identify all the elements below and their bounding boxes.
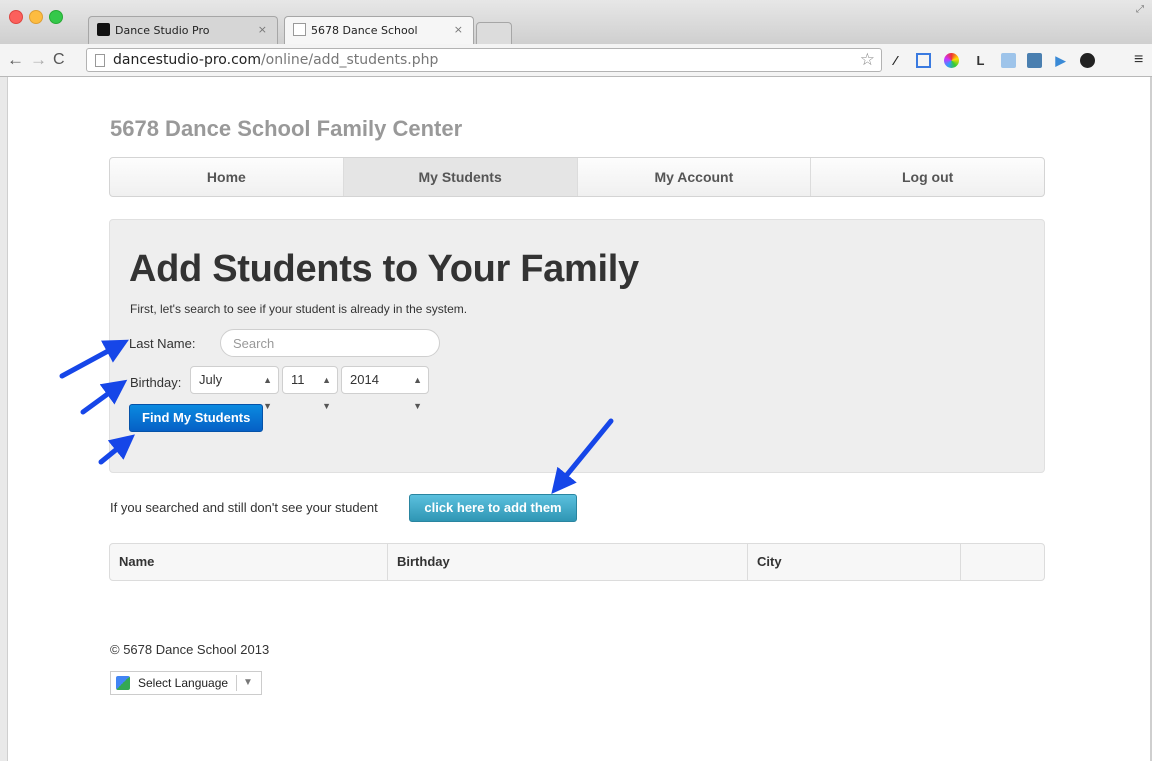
birth-month-select[interactable]: July ▲ ▼ xyxy=(190,366,279,411)
browser-tab-5678-dance-school[interactable]: 5678 Dance School × xyxy=(284,16,474,44)
language-label: Select Language xyxy=(138,676,229,690)
birthday-label: Birthday: xyxy=(130,375,182,390)
circle-extension-icon[interactable] xyxy=(1080,53,1095,68)
dance-studio-favicon-icon xyxy=(97,23,110,36)
nav-log-out[interactable]: Log out xyxy=(810,158,1044,196)
browser-tab-bar: Dance Studio Pro × 5678 Dance School × ⤢ xyxy=(0,0,1152,44)
window-left-edge xyxy=(0,77,8,761)
play-extension-icon[interactable]: ▶ xyxy=(1053,53,1068,68)
browser-toolbar: ← → C dancestudio-pro.com/online/add_stu… xyxy=(0,44,1152,77)
main-nav: Home My Students My Account Log out xyxy=(109,157,1045,197)
page-heading: Add Students to Your Family xyxy=(129,248,639,290)
nav-my-account[interactable]: My Account xyxy=(576,158,811,196)
select-arrows-icon: ▲ ▼ xyxy=(413,375,422,411)
birth-day-select[interactable]: 11 ▲ ▼ xyxy=(282,366,338,411)
column-header-birthday: Birthday xyxy=(387,544,747,580)
url-text: dancestudio-pro.com/online/add_students.… xyxy=(113,52,439,68)
students-table-header: Name Birthday City xyxy=(109,543,1045,581)
window-close-button[interactable] xyxy=(9,10,23,24)
column-header-name: Name xyxy=(119,554,155,569)
intro-text: First, let's search to see if your stude… xyxy=(130,302,468,316)
column-header-city: City xyxy=(747,544,960,580)
dropdown-arrow-icon: ▼ xyxy=(243,677,253,688)
tab-close-icon[interactable]: × xyxy=(454,23,463,36)
bookmark-star-icon[interactable]: ☆ xyxy=(860,50,875,70)
page-favicon-icon xyxy=(293,23,306,36)
eyedropper-extension-icon[interactable]: ⁄ xyxy=(888,53,903,68)
window-extension-icon[interactable] xyxy=(1001,53,1016,68)
last-name-search-input[interactable] xyxy=(220,329,440,357)
fullscreen-icon[interactable]: ⤢ xyxy=(1136,4,1144,15)
search-panel: Add Students to Your Family First, let's… xyxy=(109,219,1045,473)
browser-menu-icon[interactable]: ≡ xyxy=(1134,51,1143,69)
image-extension-icon[interactable] xyxy=(1027,53,1042,68)
window-minimize-button[interactable] xyxy=(29,10,43,24)
google-translate-icon xyxy=(116,676,130,690)
window-zoom-button[interactable] xyxy=(49,10,63,24)
nav-my-students[interactable]: My Students xyxy=(342,158,577,196)
find-my-students-button[interactable]: Find My Students xyxy=(129,404,264,432)
l-extension-icon[interactable]: L xyxy=(973,53,988,68)
reload-icon[interactable]: C xyxy=(53,51,65,69)
add-student-button[interactable]: click here to add them xyxy=(409,494,577,522)
browser-tab-dance-studio-pro[interactable]: Dance Studio Pro × xyxy=(88,16,278,44)
page-icon xyxy=(95,54,105,67)
birth-year-select[interactable]: 2014 ▲ ▼ xyxy=(341,366,429,411)
back-icon[interactable]: ← xyxy=(7,50,24,70)
tab-title: 5678 Dance School xyxy=(311,24,418,37)
footer-copyright: © 5678 Dance School 2013 xyxy=(110,642,270,657)
forward-icon[interactable]: → xyxy=(30,50,47,70)
address-bar[interactable]: dancestudio-pro.com/online/add_students.… xyxy=(86,48,882,72)
nav-home[interactable]: Home xyxy=(110,158,343,196)
add-student-prompt: If you searched and still don't see your… xyxy=(110,500,378,515)
site-title[interactable]: 5678 Dance School Family Center xyxy=(110,116,462,142)
color-picker-extension-icon[interactable] xyxy=(944,53,959,68)
select-arrows-icon: ▲ ▼ xyxy=(263,375,272,411)
screenshot-extension-icon[interactable] xyxy=(916,53,931,68)
last-name-label: Last Name: xyxy=(129,336,196,351)
divider xyxy=(236,675,237,691)
tab-close-icon[interactable]: × xyxy=(258,23,267,36)
select-arrows-icon: ▲ ▼ xyxy=(322,375,331,411)
tab-title: Dance Studio Pro xyxy=(115,24,210,37)
column-header-actions xyxy=(960,544,1044,580)
new-tab-button[interactable] xyxy=(476,22,512,44)
language-selector[interactable]: Select Language ▼ xyxy=(110,671,262,695)
